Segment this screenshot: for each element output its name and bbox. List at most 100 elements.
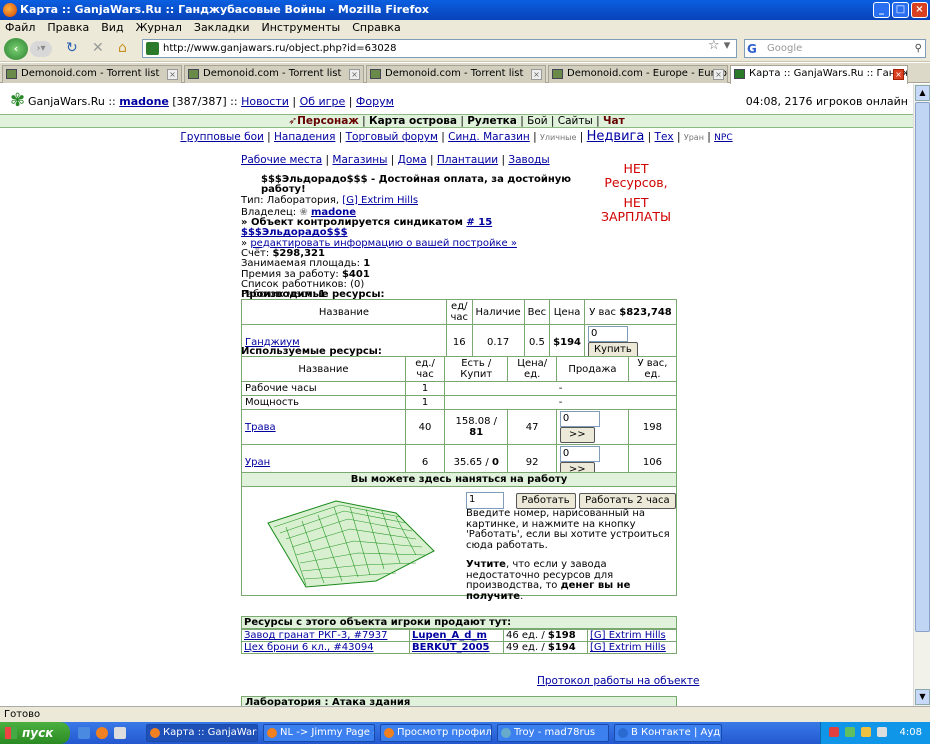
tech-link[interactable]: Тех (655, 131, 674, 143)
realty-link[interactable]: Недвига (587, 129, 645, 144)
minimize-button[interactable]: _ (873, 2, 890, 18)
url-bar[interactable]: http://www.ganjawars.ru/object.php?id=63… (142, 39, 737, 58)
network-icon[interactable] (877, 727, 887, 737)
status-bar: Готово (0, 706, 930, 722)
resource-link[interactable]: Уран (245, 457, 270, 468)
menu-file[interactable]: Файл (5, 20, 35, 36)
tab-favicon (188, 69, 199, 79)
home-icon[interactable]: ⌂ (118, 40, 127, 56)
forum-link[interactable]: Форум (356, 95, 394, 108)
ad-banner[interactable]: НЕТ Ресурсов, НЕТ ЗАРПЛАТЫ (594, 158, 678, 230)
taskbar-item-vkontakte[interactable]: В Контакте | Аудио ... (614, 724, 722, 742)
windows-taskbar: пуск Карта :: GanjaWars.... NL -> Jimmy … (0, 722, 930, 744)
tab-favicon (370, 69, 381, 79)
npc-link[interactable]: NPC (714, 133, 732, 143)
about-link[interactable]: Об игре (300, 95, 346, 108)
back-button[interactable]: ‹ (4, 38, 28, 60)
user-link[interactable]: madone (119, 95, 169, 108)
tab-ganjawars[interactable]: Карта :: GanjaWars.Ru :: Ганджу... × (730, 65, 908, 84)
close-tab-icon[interactable]: × (893, 69, 904, 80)
scrollbar-thumb[interactable] (915, 102, 930, 632)
volume-icon[interactable] (861, 727, 871, 737)
menu-sites[interactable]: Сайты (558, 115, 593, 127)
work-button[interactable]: Работать (515, 492, 576, 509)
uran-link[interactable]: Уран (684, 133, 704, 142)
captcha-input[interactable]: 1 (466, 492, 504, 509)
search-input[interactable]: G Google ⚲ (744, 39, 926, 58)
site-favicon (146, 42, 159, 55)
taskbar-item-ganjawars[interactable]: Карта :: GanjaWars.... (146, 724, 258, 742)
group-battles-link[interactable]: Групповые бои (180, 131, 263, 143)
site-header-line: GanjaWars.Ru :: madone [387/387] :: Ново… (28, 95, 394, 108)
close-tab-icon[interactable]: × (167, 69, 178, 80)
factories-link[interactable]: Заводы (508, 154, 549, 166)
taskbar-item-troy[interactable]: Troy - mad78rus (497, 724, 609, 742)
taskbar-item-profile[interactable]: Просмотр профиля -... (380, 724, 492, 742)
scroll-down-icon[interactable]: ▼ (915, 689, 930, 705)
work-2-hours-button[interactable]: Работать 2 часа (579, 492, 676, 509)
attacks-link[interactable]: Нападения (274, 131, 335, 143)
menu-view[interactable]: Вид (101, 20, 123, 36)
menu-roulette[interactable]: Рулетка (467, 115, 517, 127)
menu-character[interactable]: Персонаж (297, 115, 359, 127)
sell-button[interactable]: >> (559, 427, 595, 443)
houses-link[interactable]: Дома (398, 154, 427, 166)
taskbar-item-jimmy-page[interactable]: NL -> Jimmy Page & ... (263, 724, 375, 742)
seller-place-link[interactable]: Завод гранат РКГ-3, #7937 (244, 630, 387, 641)
tab-demonoid-1[interactable]: Demonoid.com - Torrent list × (2, 65, 182, 83)
location-link[interactable]: [G] Extrim Hills (342, 195, 418, 206)
vertical-scrollbar[interactable]: ▲ ▼ (913, 84, 930, 706)
work-protocol-link[interactable]: Протокол работы на объекте (537, 675, 699, 687)
cannabis-leaf-icon: ✾ (10, 90, 26, 111)
reload-icon[interactable]: ↻ (66, 40, 78, 56)
tab-demonoid-2[interactable]: Demonoid.com - Torrent list × (184, 65, 364, 83)
captcha-image (267, 500, 435, 588)
workplaces-link[interactable]: Рабочие места (241, 154, 322, 166)
news-link[interactable]: Новости (241, 95, 289, 108)
tab-label: Demonoid.com - Torrent list (21, 68, 160, 79)
tab-demonoid-europe[interactable]: Demonoid.com - Europe - Europe (1983... … (548, 65, 728, 83)
menu-history[interactable]: Журнал (136, 20, 182, 36)
menu-island-map[interactable]: Карта острова (369, 115, 457, 127)
resource-link[interactable]: Трава (245, 422, 276, 433)
menu-help[interactable]: Справка (352, 20, 400, 36)
buy-quantity-input[interactable]: 0 (588, 326, 628, 342)
sell-quantity-input[interactable]: 0 (559, 446, 600, 462)
menu-battle[interactable]: Бой (527, 115, 547, 127)
close-tab-icon[interactable]: × (349, 69, 360, 80)
trade-forum-link[interactable]: Торговый форум (346, 131, 438, 143)
quicklaunch-icon[interactable] (114, 727, 126, 739)
seller-player-link[interactable]: BERKUT_2005 (412, 642, 490, 653)
menu-chat[interactable]: Чат (603, 115, 625, 127)
search-icon[interactable]: ⚲ (915, 40, 922, 57)
menu-bookmarks[interactable]: Закладки (194, 20, 250, 36)
object-category-links: Рабочие места | Магазины | Дома | Планта… (241, 154, 550, 166)
tray-icon[interactable] (829, 727, 839, 737)
maximize-button[interactable]: □ (892, 2, 909, 18)
plantations-link[interactable]: Плантации (437, 154, 498, 166)
bookmark-star-icon[interactable]: ☆ ▾ (708, 38, 730, 53)
synd-shop-link[interactable]: Синд. Магазин (448, 131, 530, 143)
menu-tools[interactable]: Инструменты (262, 20, 341, 36)
sell-quantity-input[interactable]: 0 (559, 411, 600, 427)
scroll-up-icon[interactable]: ▲ (915, 85, 930, 101)
street-link[interactable]: Уличные (540, 133, 576, 142)
firefox-quicklaunch-icon[interactable] (96, 727, 108, 739)
shops-link[interactable]: Магазины (332, 154, 387, 166)
close-tab-icon[interactable]: × (713, 69, 724, 80)
warn-bold-1: Учтите (466, 559, 506, 570)
show-desktop-icon[interactable] (78, 727, 90, 739)
you-have-money: $823,748 (619, 306, 672, 318)
tab-demonoid-3[interactable]: Demonoid.com - Torrent list × (366, 65, 546, 83)
seller-location-link[interactable]: [G] Extrim Hills (590, 642, 666, 653)
close-button[interactable]: × (911, 2, 928, 18)
close-tab-icon[interactable]: × (531, 69, 542, 80)
seller-location-link[interactable]: [G] Extrim Hills (590, 630, 666, 641)
seller-place-link[interactable]: Цех брони 6 кл., #43094 (244, 642, 374, 653)
forward-button[interactable]: ›▾ (30, 41, 52, 57)
start-button[interactable]: пуск (0, 722, 70, 744)
stop-icon[interactable]: ✕ (92, 40, 104, 56)
tray-icon[interactable] (845, 727, 855, 737)
seller-player-link[interactable]: Lupen_A_d_m (412, 630, 487, 641)
menu-edit[interactable]: Правка (47, 20, 89, 36)
